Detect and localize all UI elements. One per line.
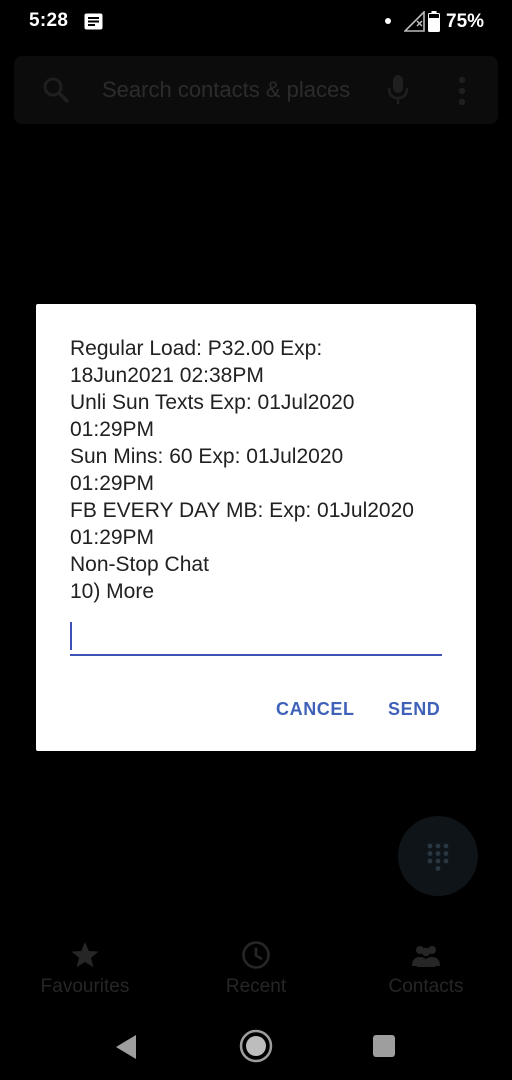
signal-icon <box>404 11 425 32</box>
tab-recent[interactable]: Recent <box>186 940 326 998</box>
dialpad-icon <box>427 843 449 871</box>
ussd-dialog: Regular Load: P32.00 Exp: 18Jun2021 02:3… <box>36 304 476 751</box>
bottom-navigation: Favourites Recent Contacts <box>0 930 512 1012</box>
clock-icon <box>242 941 270 969</box>
status-time: 5:28 <box>29 10 69 31</box>
cancel-button[interactable]: CANCEL <box>276 699 355 720</box>
tab-favourites[interactable]: Favourites <box>15 940 155 998</box>
message-notification-icon <box>84 13 103 30</box>
tab-contacts-label: Contacts <box>388 976 464 997</box>
tab-favourites-label: Favourites <box>40 976 130 997</box>
star-icon <box>71 942 99 968</box>
more-options-icon[interactable] <box>458 76 466 106</box>
ussd-message: Regular Load: P32.00 Exp: 18Jun2021 02:3… <box>70 337 414 603</box>
send-button[interactable]: SEND <box>388 699 440 720</box>
dialpad-button[interactable] <box>398 816 478 896</box>
back-icon[interactable] <box>114 1034 138 1060</box>
battery-percentage: 75% <box>446 11 485 32</box>
tab-contacts[interactable]: Contacts <box>356 940 496 998</box>
battery-icon <box>428 11 440 32</box>
people-icon <box>412 946 440 967</box>
status-bar: 5:28 75% <box>0 0 512 46</box>
text-cursor <box>70 622 72 650</box>
home-icon[interactable] <box>239 1029 273 1063</box>
microphone-icon[interactable] <box>386 74 410 106</box>
search-icon[interactable] <box>42 76 70 104</box>
overview-icon[interactable] <box>373 1035 395 1057</box>
search-input[interactable]: Search contacts & places <box>102 77 350 103</box>
notification-dot-icon <box>385 18 391 24</box>
system-navigation-bar <box>0 1012 512 1080</box>
search-bar[interactable]: Search contacts & places <box>14 56 498 124</box>
ussd-reply-input[interactable] <box>70 618 442 656</box>
tab-recent-label: Recent <box>225 976 287 997</box>
